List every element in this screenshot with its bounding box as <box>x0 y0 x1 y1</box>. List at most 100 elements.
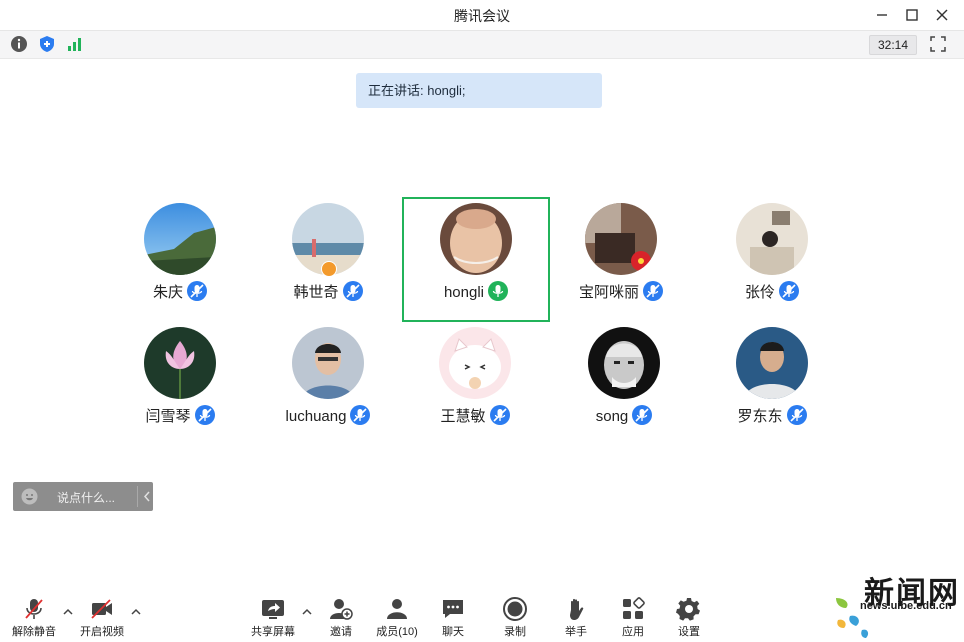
active-speaker-text: 正在讲话: hongli; <box>368 83 466 98</box>
chat-button[interactable]: 聊天 <box>423 592 483 640</box>
avatar <box>588 327 660 399</box>
start-video-button[interactable]: 开启视频 <box>72 592 132 640</box>
mic-muted-icon <box>194 405 215 425</box>
maximize-button[interactable] <box>901 4 923 26</box>
mic-muted-icon <box>632 405 653 425</box>
mic-muted-icon <box>786 405 807 425</box>
close-button[interactable] <box>931 4 953 26</box>
participant-name-row: hongli <box>404 281 548 301</box>
participant-name: 韩世奇 <box>293 284 339 301</box>
audio-options-chevron-icon[interactable] <box>62 606 74 618</box>
participant-name-row: 朱庆 <box>107 281 253 302</box>
mic-muted-icon <box>187 281 207 301</box>
avatar <box>736 327 808 399</box>
camera-off-icon <box>91 599 112 619</box>
raise-hand-button[interactable]: 举手 <box>546 592 606 640</box>
active-speaker-banner: 正在讲话: hongli; <box>356 73 602 108</box>
meeting-info-bar: 32:14 <box>0 31 964 59</box>
participant-name: hongli <box>443 284 485 301</box>
participant-name-row: luchuang <box>255 405 401 425</box>
avatar <box>144 203 216 275</box>
participant-name-row: 罗东东 <box>699 405 845 426</box>
video-options-chevron-icon[interactable] <box>130 606 142 618</box>
participant-name: 罗东东 <box>737 408 783 425</box>
participant-tile[interactable]: 罗东东 <box>699 321 845 445</box>
raise-hand-label: 举手 <box>565 626 587 638</box>
settings-label: 设置 <box>678 626 700 638</box>
participant-name: 张伶 <box>744 284 775 301</box>
fullscreen-button[interactable] <box>929 35 947 53</box>
participant-name-row: song <box>551 405 697 425</box>
divider <box>137 486 138 507</box>
share-screen-button[interactable]: 共享屏幕 <box>243 592 303 640</box>
title-bar: 腾讯会议 <box>0 0 964 31</box>
invite-label: 邀请 <box>330 626 352 638</box>
participant-name-row: 王慧敏 <box>402 405 548 426</box>
record-icon <box>503 597 527 621</box>
raise-hand-icon <box>570 598 584 620</box>
close-icon <box>936 9 948 21</box>
share-screen-icon <box>262 600 284 619</box>
participant-tile[interactable]: 王慧敏 <box>402 321 548 445</box>
members-icon <box>387 599 407 619</box>
mic-muted-icon <box>779 281 799 301</box>
share-screen-label: 共享屏幕 <box>251 626 295 638</box>
mic-muted-icon <box>350 405 371 425</box>
avatar <box>292 327 364 399</box>
host-badge-icon <box>321 261 337 277</box>
chat-bubble-icon <box>443 600 463 618</box>
emoji-icon[interactable] <box>21 488 38 505</box>
add-user-icon <box>330 599 353 620</box>
avatar <box>439 327 511 399</box>
participant-name-row: 韩世奇 <box>255 281 401 302</box>
participant-name-row: 闫雪琴 <box>107 405 253 426</box>
record-label: 录制 <box>504 626 526 638</box>
collapse-chevron-icon[interactable] <box>141 488 153 505</box>
share-options-chevron-icon[interactable] <box>301 606 313 618</box>
apps-button[interactable]: 应用 <box>603 592 663 640</box>
participant-name: 宝阿咪丽 <box>578 284 639 301</box>
settings-button[interactable]: 设置 <box>659 592 719 640</box>
unmute-label: 解除静音 <box>12 626 56 638</box>
chat-label: 聊天 <box>442 626 464 638</box>
mic-muted-icon <box>342 281 363 301</box>
bottom-toolbar: 解除静音 开启视频 共享屏幕 邀请 成员(10) 聊天 录制 举手 应用 设置 <box>0 588 964 642</box>
members-button[interactable]: 成员(10) <box>367 592 427 640</box>
participant-tile[interactable]: 闫雪琴 <box>107 321 253 445</box>
minimize-button[interactable] <box>871 4 893 26</box>
window-title: 腾讯会议 <box>454 8 510 24</box>
security-shield-icon[interactable] <box>38 35 56 53</box>
participant-tile-speaking[interactable]: hongli <box>402 197 550 322</box>
avatar <box>585 203 657 275</box>
unmute-button[interactable]: 解除静音 <box>4 592 64 640</box>
avatar <box>440 203 512 275</box>
participant-name: 王慧敏 <box>440 408 486 425</box>
participant-tile[interactable]: 张伶 <box>699 197 845 321</box>
record-button[interactable]: 录制 <box>485 592 545 640</box>
participant-name: song <box>595 408 629 425</box>
invite-button[interactable]: 邀请 <box>311 592 371 640</box>
avatar <box>736 203 808 275</box>
start-video-label: 开启视频 <box>80 626 124 638</box>
news-site-watermark: 新闻网 news.uibe.edu.cn <box>830 566 964 642</box>
meeting-timer: 32:14 <box>869 35 917 55</box>
participant-tile[interactable]: 宝阿咪丽 <box>548 197 694 321</box>
participant-tile[interactable]: luchuang <box>255 321 401 445</box>
network-signal-icon[interactable] <box>66 35 84 53</box>
participant-tile[interactable]: 朱庆 <box>107 197 253 321</box>
participant-name-row: 宝阿咪丽 <box>548 281 694 302</box>
mic-muted-icon <box>489 405 510 425</box>
participant-tile[interactable]: 韩世奇 <box>255 197 401 321</box>
maximize-icon <box>906 9 918 21</box>
minimize-icon <box>877 14 887 16</box>
participant-name: luchuang <box>285 408 347 425</box>
chat-placeholder: 说点什么... <box>57 491 116 505</box>
info-icon[interactable] <box>10 35 28 53</box>
watermark-url: news.uibe.edu.cn <box>860 600 952 612</box>
avatar <box>144 327 216 399</box>
mic-muted-icon <box>643 281 663 301</box>
participant-tile[interactable]: song <box>551 321 697 445</box>
participant-name: 朱庆 <box>152 284 183 301</box>
chat-input[interactable]: 说点什么... <box>13 482 153 511</box>
participant-name-row: 张伶 <box>699 281 845 302</box>
